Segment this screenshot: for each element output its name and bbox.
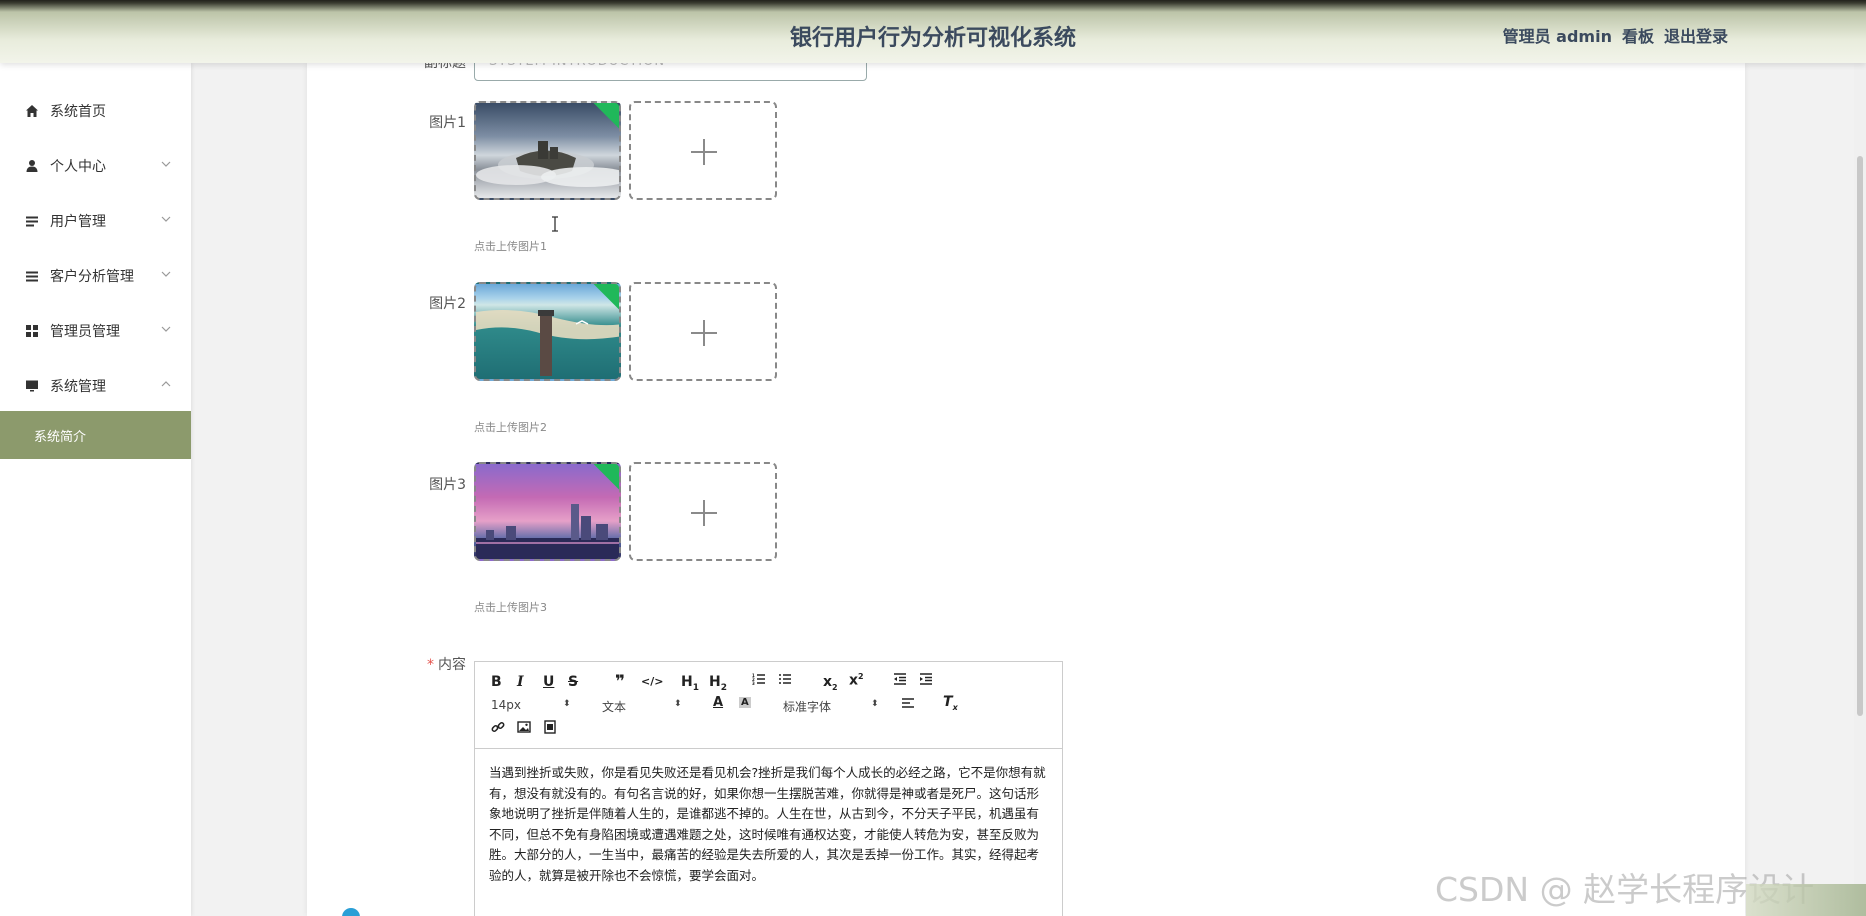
indent-icon[interactable]	[919, 672, 933, 690]
editor-content[interactable]: 当遇到挫折或失败，你是看见失败还是看见机会?挫折是我们每个人成长的必经之路，它不…	[475, 749, 1062, 900]
video-icon[interactable]	[543, 720, 557, 738]
superscript-button[interactable]: x2	[849, 672, 864, 689]
pic1-upload-button[interactable]	[629, 101, 777, 200]
rich-text-editor[interactable]: B I U S ❞ </> H1 H2 123 x2 x2 14px ⬍ 文本 ⬍ …	[474, 661, 1063, 916]
bold-button[interactable]: B	[491, 674, 502, 690]
editor-toolbar: B I U S ❞ </> H1 H2 123 x2 x2 14px ⬍ 文本 ⬍ …	[475, 662, 1062, 749]
underline-button[interactable]: U	[543, 674, 554, 690]
dashboard-link[interactable]: 看板	[1622, 23, 1654, 47]
city-skyline-image	[476, 504, 619, 559]
strike-button[interactable]: S	[568, 674, 578, 690]
chevron-down-icon	[161, 326, 171, 332]
list-icon	[24, 268, 40, 284]
required-asterisk: *	[427, 657, 434, 673]
grid-icon	[24, 323, 40, 339]
pic1-label: 图片1	[429, 115, 466, 131]
pic2-label: 图片2	[429, 296, 466, 312]
page-scrollbar[interactable]	[1854, 63, 1866, 916]
logout-link[interactable]: 退出登录	[1664, 23, 1728, 47]
font-color-button[interactable]: A	[713, 695, 723, 710]
svg-text:3: 3	[752, 681, 755, 686]
castle-island-image	[476, 141, 619, 187]
sidebar-item-label: 管理员管理	[50, 324, 120, 340]
text-cursor-icon	[550, 216, 560, 232]
outdent-icon[interactable]	[893, 672, 907, 690]
select-arrows-icon: ⬍	[674, 699, 682, 709]
pic2-thumbnail[interactable]	[474, 282, 621, 381]
chevron-down-icon	[161, 161, 171, 167]
blockquote-button[interactable]: ❞	[615, 672, 625, 692]
header-actions: 管理员 admin 看板 退出登录	[1503, 23, 1728, 47]
link-icon[interactable]	[491, 720, 505, 738]
pic3-upload-button[interactable]	[629, 462, 777, 561]
h1-button[interactable]: H1	[681, 674, 699, 693]
sidebar-item-label: 用户管理	[50, 214, 106, 230]
sidebar-item-label: 系统首页	[50, 104, 106, 120]
background-color-button[interactable]: A	[739, 697, 751, 708]
chevron-down-icon	[161, 271, 171, 277]
chevron-up-icon	[161, 381, 171, 387]
lighthouse-image	[476, 310, 619, 376]
clear-format-button[interactable]: Tx	[943, 694, 958, 712]
corner-logo-image	[1746, 884, 1866, 916]
home-icon	[24, 103, 40, 119]
monitor-icon	[24, 378, 40, 394]
align-icon[interactable]	[901, 696, 915, 714]
italic-button[interactable]: I	[517, 674, 524, 690]
pic1-hint: 点击上传图片1	[474, 240, 547, 253]
current-user: 管理员 admin	[1502, 27, 1612, 46]
list-icon	[24, 213, 40, 229]
sidebar-item-home[interactable]: 系统首页	[0, 91, 191, 131]
sidebar-item-customer-analysis[interactable]: 客户分析管理	[0, 256, 191, 296]
font-family-select[interactable]: 标准字体 ⬍	[783, 698, 879, 715]
pic3-hint: 点击上传图片3	[474, 601, 547, 614]
select-arrows-icon: ⬍	[563, 699, 571, 709]
select-arrows-icon: ⬍	[871, 699, 879, 709]
sidebar-item-label: 系统管理	[50, 379, 106, 395]
pic3-label: 图片3	[429, 477, 466, 493]
sidebar-item-system-management[interactable]: 系统管理	[0, 366, 191, 406]
font-size-select[interactable]: 14px ⬍	[491, 698, 571, 712]
pic1-thumbnail[interactable]	[474, 101, 621, 200]
top-header: 银行用户行为分析可视化系统 管理员 admin 看板 退出登录	[0, 0, 1866, 63]
image-icon[interactable]	[517, 720, 531, 738]
pic3-thumbnail[interactable]	[474, 462, 621, 561]
sidebar-item-personal-center[interactable]: 个人中心	[0, 146, 191, 186]
sidebar-subitem-system-intro[interactable]: 系统简介	[0, 411, 191, 459]
ordered-list-icon[interactable]: 123	[752, 672, 766, 690]
content-label: * 内容	[427, 657, 466, 673]
subscript-button[interactable]: x2	[823, 674, 838, 692]
sidebar-item-admin-management[interactable]: 管理员管理	[0, 311, 191, 351]
code-block-button[interactable]: </>	[641, 675, 663, 688]
scrollbar-thumb[interactable]	[1857, 156, 1863, 716]
chevron-down-icon	[161, 216, 171, 222]
sidebar-item-label: 个人中心	[50, 159, 106, 175]
sidebar-item-label: 客户分析管理	[50, 269, 134, 285]
h2-button[interactable]: H2	[709, 674, 727, 693]
sidebar-item-user-management[interactable]: 用户管理	[0, 201, 191, 241]
block-type-select[interactable]: 文本 ⬍	[602, 698, 682, 715]
pic2-hint: 点击上传图片2	[474, 421, 547, 434]
sidebar: 系统首页 个人中心 用户管理 客户分析管理 管理员管理 系统管理 系统简介	[0, 63, 191, 916]
user-icon	[24, 158, 40, 174]
pic2-upload-button[interactable]	[629, 282, 777, 381]
bullet-list-icon[interactable]	[778, 672, 792, 690]
